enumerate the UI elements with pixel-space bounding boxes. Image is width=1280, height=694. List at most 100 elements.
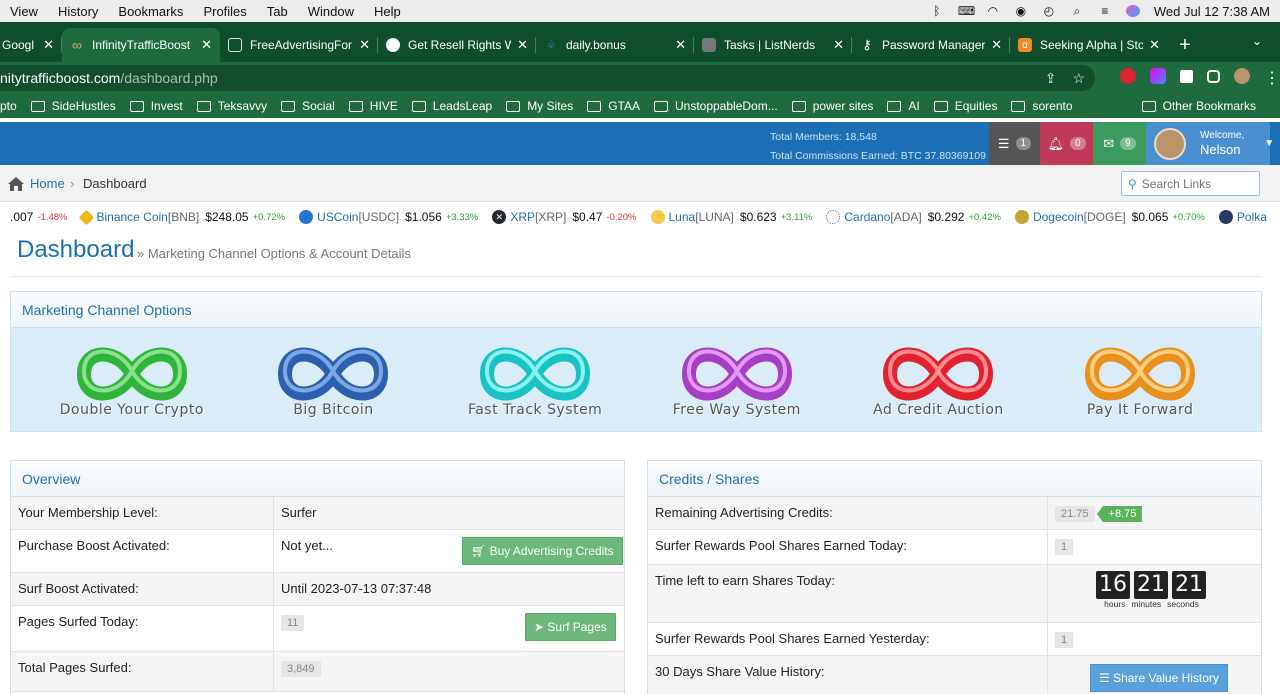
macos-menubar: View History Bookmarks Profiles Tab Wind… xyxy=(0,0,1280,22)
user-menu-button[interactable]: Welcome, Nelson ▼ xyxy=(1146,122,1274,165)
channel-double-your-crypto[interactable]: Double Your Crypto xyxy=(57,342,207,418)
channel-pay-it-forward[interactable]: Pay It Forward xyxy=(1065,342,1215,418)
clock[interactable]: Wed Jul 12 7:38 AM xyxy=(1154,4,1270,19)
close-icon[interactable]: ✕ xyxy=(991,37,1002,53)
buy-advertising-credits-button[interactable]: 🛒︎ Buy Advertising Credits xyxy=(462,537,623,565)
tab-search-chevron-icon[interactable]: ⌄ xyxy=(1252,34,1262,48)
surf-pages-button[interactable]: ➤ Surf Pages xyxy=(525,613,616,641)
ticker-item[interactable]: .007 -1.48% xyxy=(10,210,67,224)
menu-profiles[interactable]: Profiles xyxy=(193,4,256,19)
close-icon[interactable]: ✕ xyxy=(201,37,212,53)
search-links-input[interactable] xyxy=(1141,176,1252,191)
tab-seeking-alpha[interactable]: α Seeking Alpha | Sto ✕ xyxy=(1010,28,1168,62)
usdc-coin-icon xyxy=(299,210,314,224)
wifi-icon[interactable]: ◠ xyxy=(986,5,1000,17)
close-icon[interactable]: ✕ xyxy=(517,37,528,53)
menu-view[interactable]: View xyxy=(0,4,48,19)
tab-daily-bonus[interactable]: ♧ daily.bonus ✕ xyxy=(536,28,694,62)
menu-tab[interactable]: Tab xyxy=(257,4,298,19)
cardano-coin-icon xyxy=(826,210,841,224)
binance-coin-icon xyxy=(79,209,95,225)
countdown-hours: 16 xyxy=(1096,571,1130,599)
bookmark-folder[interactable]: power sites xyxy=(791,99,873,113)
ticker-item[interactable]: Luna [LUNA] $0.623 +3.11% xyxy=(650,210,812,224)
bell-icon: 🔔︎ xyxy=(1047,135,1064,151)
notifications-button[interactable]: 🔔︎ 0 xyxy=(1040,122,1093,165)
bookmark-pto[interactable]: pto xyxy=(0,99,17,113)
menu-help[interactable]: Help xyxy=(364,4,411,19)
other-bookmarks[interactable]: Other Bookmarks xyxy=(1141,94,1256,118)
page-title: Dashboard xyxy=(17,236,135,263)
extension-icon[interactable] xyxy=(1120,68,1136,84)
extension-icon[interactable] xyxy=(1150,68,1166,84)
bookmark-folder[interactable]: GTAA xyxy=(587,99,640,113)
close-icon[interactable]: ✕ xyxy=(359,37,370,53)
menu-history[interactable]: History xyxy=(48,4,108,19)
close-icon[interactable]: ✕ xyxy=(1149,37,1160,53)
bookmark-folder[interactable]: AI xyxy=(887,99,920,113)
siri-icon[interactable] xyxy=(1125,5,1140,17)
breadcrumb-home[interactable]: Home xyxy=(8,176,65,191)
keyboard-icon[interactable]: ⌨ xyxy=(958,5,975,17)
control-center-icon[interactable]: ≡ xyxy=(1098,5,1112,17)
folder-icon xyxy=(129,100,144,112)
share-icon[interactable]: ⇪ xyxy=(1045,65,1057,91)
bluetooth-icon[interactable]: ᛒ xyxy=(930,5,944,17)
panel-heading: Overview xyxy=(11,461,624,497)
share-value-history-button[interactable]: ☰ Share Value History xyxy=(1090,664,1228,692)
tab-google[interactable]: Googl ✕ xyxy=(0,28,62,62)
address-bar[interactable]: nitytrafficboost.com/dashboard.php ⇪ ☆ xyxy=(0,65,1095,91)
channel-ad-credit-auction[interactable]: Ad Credit Auction xyxy=(863,342,1013,418)
folder-icon xyxy=(1011,100,1026,112)
close-icon[interactable]: ✕ xyxy=(833,37,844,53)
seeking-alpha-favicon-icon: α xyxy=(1018,38,1032,52)
bookmark-star-icon[interactable]: ☆ xyxy=(1072,65,1085,91)
sidebar-icon[interactable] xyxy=(1207,69,1220,83)
bookmark-folder[interactable]: sorento xyxy=(1011,99,1073,113)
more-menu-icon[interactable]: ⋮ xyxy=(1264,68,1280,87)
bookmark-folder[interactable]: My Sites xyxy=(506,99,573,113)
close-icon[interactable]: ✕ xyxy=(675,37,686,53)
bookmark-folder[interactable]: Invest xyxy=(129,99,183,113)
url-path: /dashboard.php xyxy=(120,70,218,86)
countdown-timer: 16 21 21 hours minutes seconds xyxy=(1048,565,1261,622)
monitor-favicon-icon xyxy=(228,38,242,52)
channel-fast-track-system[interactable]: Fast Track System xyxy=(460,342,610,418)
channel-big-bitcoin[interactable]: Big Bitcoin xyxy=(258,342,408,418)
spotlight-search-icon[interactable]: ⌕ xyxy=(1070,5,1084,17)
tab-infinitytrafficboost[interactable]: ∞ InfinityTrafficBoost ✕ xyxy=(62,28,220,62)
user-icon[interactable]: ◉ xyxy=(1014,5,1028,17)
time-machine-icon[interactable]: ◴ xyxy=(1042,5,1056,17)
puzzle-icon[interactable] xyxy=(1180,69,1193,83)
ticker-item[interactable]: USCoin [USDC] $1.056 +3.33% xyxy=(299,210,478,224)
new-tab-button[interactable]: + xyxy=(1168,28,1202,62)
extensions-bar: ⋮ xyxy=(1120,68,1280,87)
folder-icon xyxy=(653,100,668,112)
channel-free-way-system[interactable]: Free Way System xyxy=(662,342,812,418)
tab-freeadvertising[interactable]: FreeAdvertisingFor ✕ xyxy=(220,28,378,62)
tasks-list-button[interactable]: ☰ 1 xyxy=(989,122,1040,165)
ticker-item[interactable]: Dogecoin [DOGE] $0.065 +0.70% xyxy=(1014,210,1205,224)
list-icon: ☰ xyxy=(1099,671,1114,685)
menu-bookmarks[interactable]: Bookmarks xyxy=(108,4,193,19)
ticker-item[interactable]: ✕ XRP [XRP] $0.47 -0.20% xyxy=(492,210,637,224)
red-infinity-icon xyxy=(883,347,994,400)
ticker-item[interactable]: Polka xyxy=(1218,210,1267,224)
tab-listnerds[interactable]: Tasks | ListNerds ✕ xyxy=(694,28,852,62)
bookmark-folder[interactable]: LeadsLeap xyxy=(411,99,492,113)
ticker-item[interactable]: Binance Coin [BNB] $248.05 +0.72% xyxy=(79,209,285,225)
bookmark-folder[interactable]: Equities xyxy=(933,99,997,113)
close-icon[interactable]: ✕ xyxy=(43,37,54,53)
tab-password-manager[interactable]: ⚷ Password Manager ✕ xyxy=(852,28,1010,62)
bookmark-folder[interactable]: SideHustles xyxy=(30,99,116,113)
menu-window[interactable]: Window xyxy=(298,4,364,19)
profile-avatar-icon[interactable] xyxy=(1234,68,1250,84)
bookmark-folder[interactable]: Social xyxy=(281,99,335,113)
bookmark-folder[interactable]: UnstoppableDom... xyxy=(653,99,778,113)
orange-infinity-icon xyxy=(1085,347,1196,400)
tab-resell-rights[interactable]: Get Resell Rights W ✕ xyxy=(378,28,536,62)
bookmark-folder[interactable]: Teksavvy xyxy=(196,99,267,113)
ticker-item[interactable]: Cardano [ADA] $0.292 +0.42% xyxy=(826,210,1001,224)
bookmark-folder[interactable]: HIVE xyxy=(348,99,398,113)
messages-button[interactable]: ✉ 9 xyxy=(1093,122,1146,165)
